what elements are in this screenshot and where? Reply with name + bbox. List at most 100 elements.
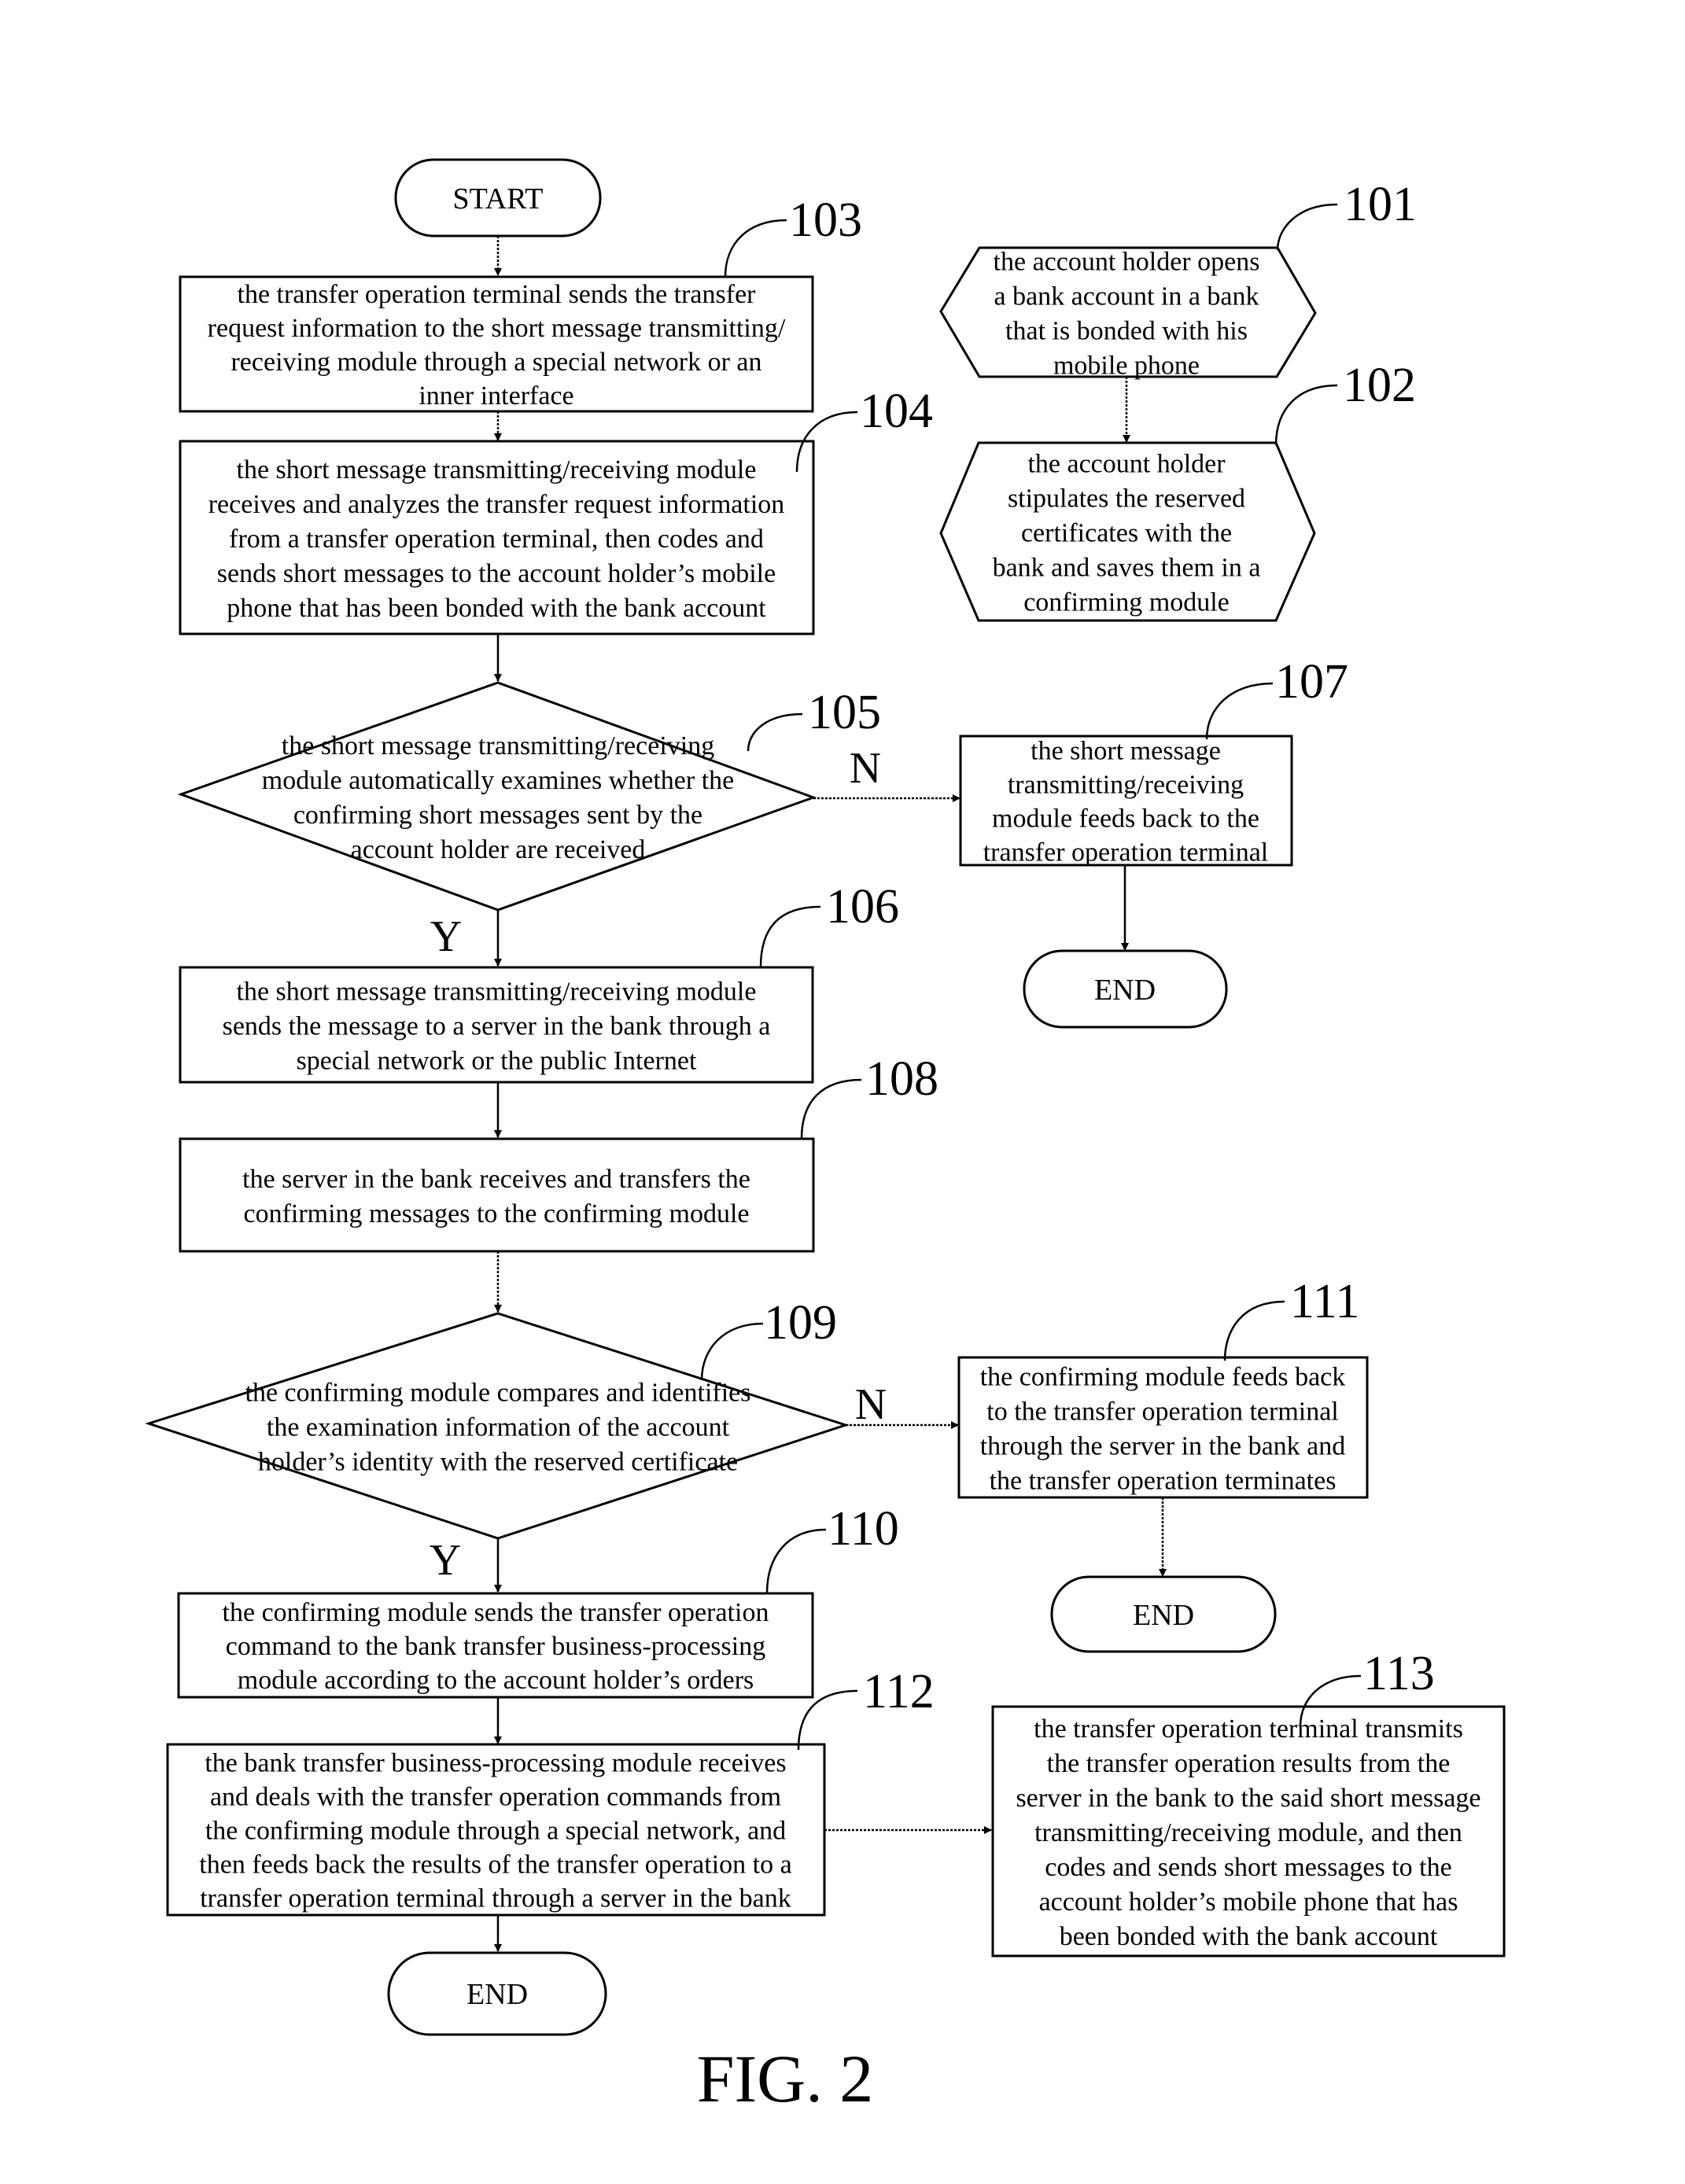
leader-107 [1205, 682, 1274, 740]
step-101-line: that is bonded with his [1005, 316, 1248, 345]
figure-title: FIG. 2 [697, 2041, 874, 2116]
step-110-text: the confirming module sends the transfer… [223, 1598, 769, 1695]
terminal-start-label: START [452, 182, 543, 215]
ref-label-103: 103 [789, 193, 862, 247]
leader-108 [800, 1078, 862, 1140]
leader-101 [1276, 203, 1338, 251]
step-101-line: the account holder opens [994, 247, 1260, 276]
step-112-line: and deals with the transfer operation co… [210, 1783, 781, 1812]
step-113-line: the transfer operation terminal transmit… [1034, 1714, 1463, 1744]
ref-label-101: 101 [1344, 178, 1417, 231]
step-102-hexagon: the account holder stipulates the reserve… [939, 441, 1316, 622]
step-112: the bank transfer business-processing mo… [166, 1743, 826, 1917]
terminal-end-main-label: END [466, 1978, 528, 2011]
ref-label-102: 102 [1343, 359, 1416, 412]
ref-label-110: 110 [828, 1502, 899, 1556]
step-108-line: confirming messages to the confirming mo… [243, 1199, 749, 1228]
ref-label-111: 111 [1290, 1275, 1359, 1328]
step-104-line: from a transfer operation terminal, then… [229, 525, 764, 554]
terminal-start: START [394, 158, 602, 238]
step-113-line: account holder’s mobile phone that has [1039, 1888, 1458, 1917]
step-106-line: the short message transmitting/receiving… [237, 977, 757, 1006]
step-105-line: account holder are received [351, 835, 646, 864]
ref-label-112: 112 [863, 1665, 935, 1718]
step-107-line: transmitting/receiving [1008, 771, 1244, 800]
branch-label-105-no: N [850, 744, 881, 793]
step-102-text: the account holder stipulates the reserve… [993, 449, 1261, 617]
step-102-line: the account holder [1027, 449, 1226, 478]
leader-112 [797, 1689, 858, 1751]
step-109-line: the examination information of the accou… [267, 1412, 730, 1442]
ref-label-105: 105 [808, 686, 881, 739]
step-103-line: request information to the short message… [208, 314, 786, 343]
step-113-line: been bonded with the bank account [1060, 1922, 1438, 1951]
step-103-line: inner interface [418, 381, 573, 411]
step-102-line: certificates with the [1021, 518, 1232, 547]
step-110-line: command to the bank transfer business-pr… [226, 1632, 765, 1661]
ref-label-107: 107 [1275, 655, 1348, 709]
leader-102 [1274, 384, 1338, 446]
step-110-line: the confirming module sends the transfer… [223, 1598, 769, 1627]
step-112-line: transfer operation terminal through a se… [200, 1884, 791, 1913]
step-102-line: bank and saves them in a [993, 553, 1261, 582]
step-104-line: sends short messages to the account hold… [217, 559, 776, 588]
terminal-end-main: END [387, 1951, 607, 2036]
step-105-line: module automatically examines whether th… [262, 766, 734, 795]
branch-label-109-yes: Y [430, 1536, 461, 1585]
terminal-end-111: END [1050, 1575, 1277, 1653]
step-112-text: the bank transfer business-processing mo… [199, 1749, 791, 1913]
step-104-line: the short message transmitting/receiving… [237, 455, 757, 484]
step-108-line: the server in the bank receives and tran… [242, 1165, 750, 1194]
leader-106 [759, 905, 821, 968]
step-111-line: to the transfer operation terminal [986, 1397, 1339, 1426]
step-101-line: a bank account in a bank [994, 282, 1259, 311]
step-113: the transfer operation terminal transmit… [991, 1705, 1506, 1957]
step-107-line: module feeds back to the [992, 805, 1259, 834]
step-111-line: the confirming module feeds back [980, 1362, 1346, 1391]
ref-label-113: 113 [1363, 1647, 1435, 1700]
step-113-line: server in the bank to the said short mes… [1016, 1784, 1480, 1813]
step-103: the transfer operation terminal sends th… [179, 275, 814, 413]
ref-label-104: 104 [860, 385, 933, 438]
step-105-line: confirming short messages sent by the [293, 801, 702, 830]
step-107-line: the short message [1031, 737, 1221, 766]
step-110-line: module according to the account holder’s… [238, 1666, 754, 1695]
ref-label-108: 108 [865, 1052, 938, 1106]
step-109-text: the confirming module compares and ident… [245, 1378, 751, 1476]
step-112-line: the confirming module through a special … [205, 1817, 786, 1846]
leader-109 [700, 1322, 764, 1381]
leader-111 [1223, 1300, 1285, 1361]
step-102-line: confirming module [1023, 587, 1230, 617]
leader-105 [747, 713, 803, 752]
step-113-text: the transfer operation terminal transmit… [1016, 1714, 1480, 1951]
step-105-decision: the short message transmitting/receiving… [177, 681, 817, 912]
ref-label-106: 106 [826, 880, 899, 934]
step-109-decision: the confirming module compares and ident… [145, 1312, 850, 1540]
step-111-line: through the server in the bank and [980, 1431, 1346, 1460]
flowchart-canvas: START the transfer operation terminal se… [145, 158, 1506, 2116]
terminal-end-111-label: END [1133, 1599, 1194, 1632]
step-106-line: sends the message to a server in the ban… [223, 1011, 771, 1040]
branch-label-105-yes: Y [430, 912, 462, 961]
step-111-line: the transfer operation terminates [990, 1466, 1337, 1495]
step-107-line: transfer operation terminal [983, 838, 1269, 867]
step-113-line: codes and sends short messages to the [1045, 1853, 1451, 1882]
step-106: the short message transmitting/receiving… [179, 966, 814, 1084]
step-109-line: the confirming module compares and ident… [245, 1378, 751, 1407]
step-103-line: receiving module through a special netwo… [230, 348, 761, 377]
step-106-line: special network or the public Internet [297, 1046, 697, 1075]
step-113-line: the transfer operation results from the [1047, 1749, 1451, 1778]
step-111: the confirming module feeds back to the t… [957, 1356, 1369, 1499]
step-104-line: receives and analyzes the transfer reque… [208, 490, 785, 519]
step-107: the short message transmitting/receiving m… [959, 735, 1293, 867]
branch-label-109-no: N [855, 1380, 887, 1429]
step-112-line: then feeds back the results of the trans… [199, 1851, 791, 1880]
step-113-line: transmitting/receiving module, and then [1034, 1818, 1462, 1847]
step-108: the server in the bank receives and tran… [179, 1137, 815, 1253]
terminal-end-107: END [1023, 949, 1228, 1029]
terminal-end-107-label: END [1094, 974, 1156, 1007]
step-109-line: holder’s identity with the reserved cert… [258, 1447, 738, 1476]
step-106-text: the short message transmitting/receiving… [223, 977, 771, 1075]
step-102-line: stipulates the reserved [1008, 484, 1245, 513]
step-105-line: the short message transmitting/receiving [282, 731, 714, 761]
